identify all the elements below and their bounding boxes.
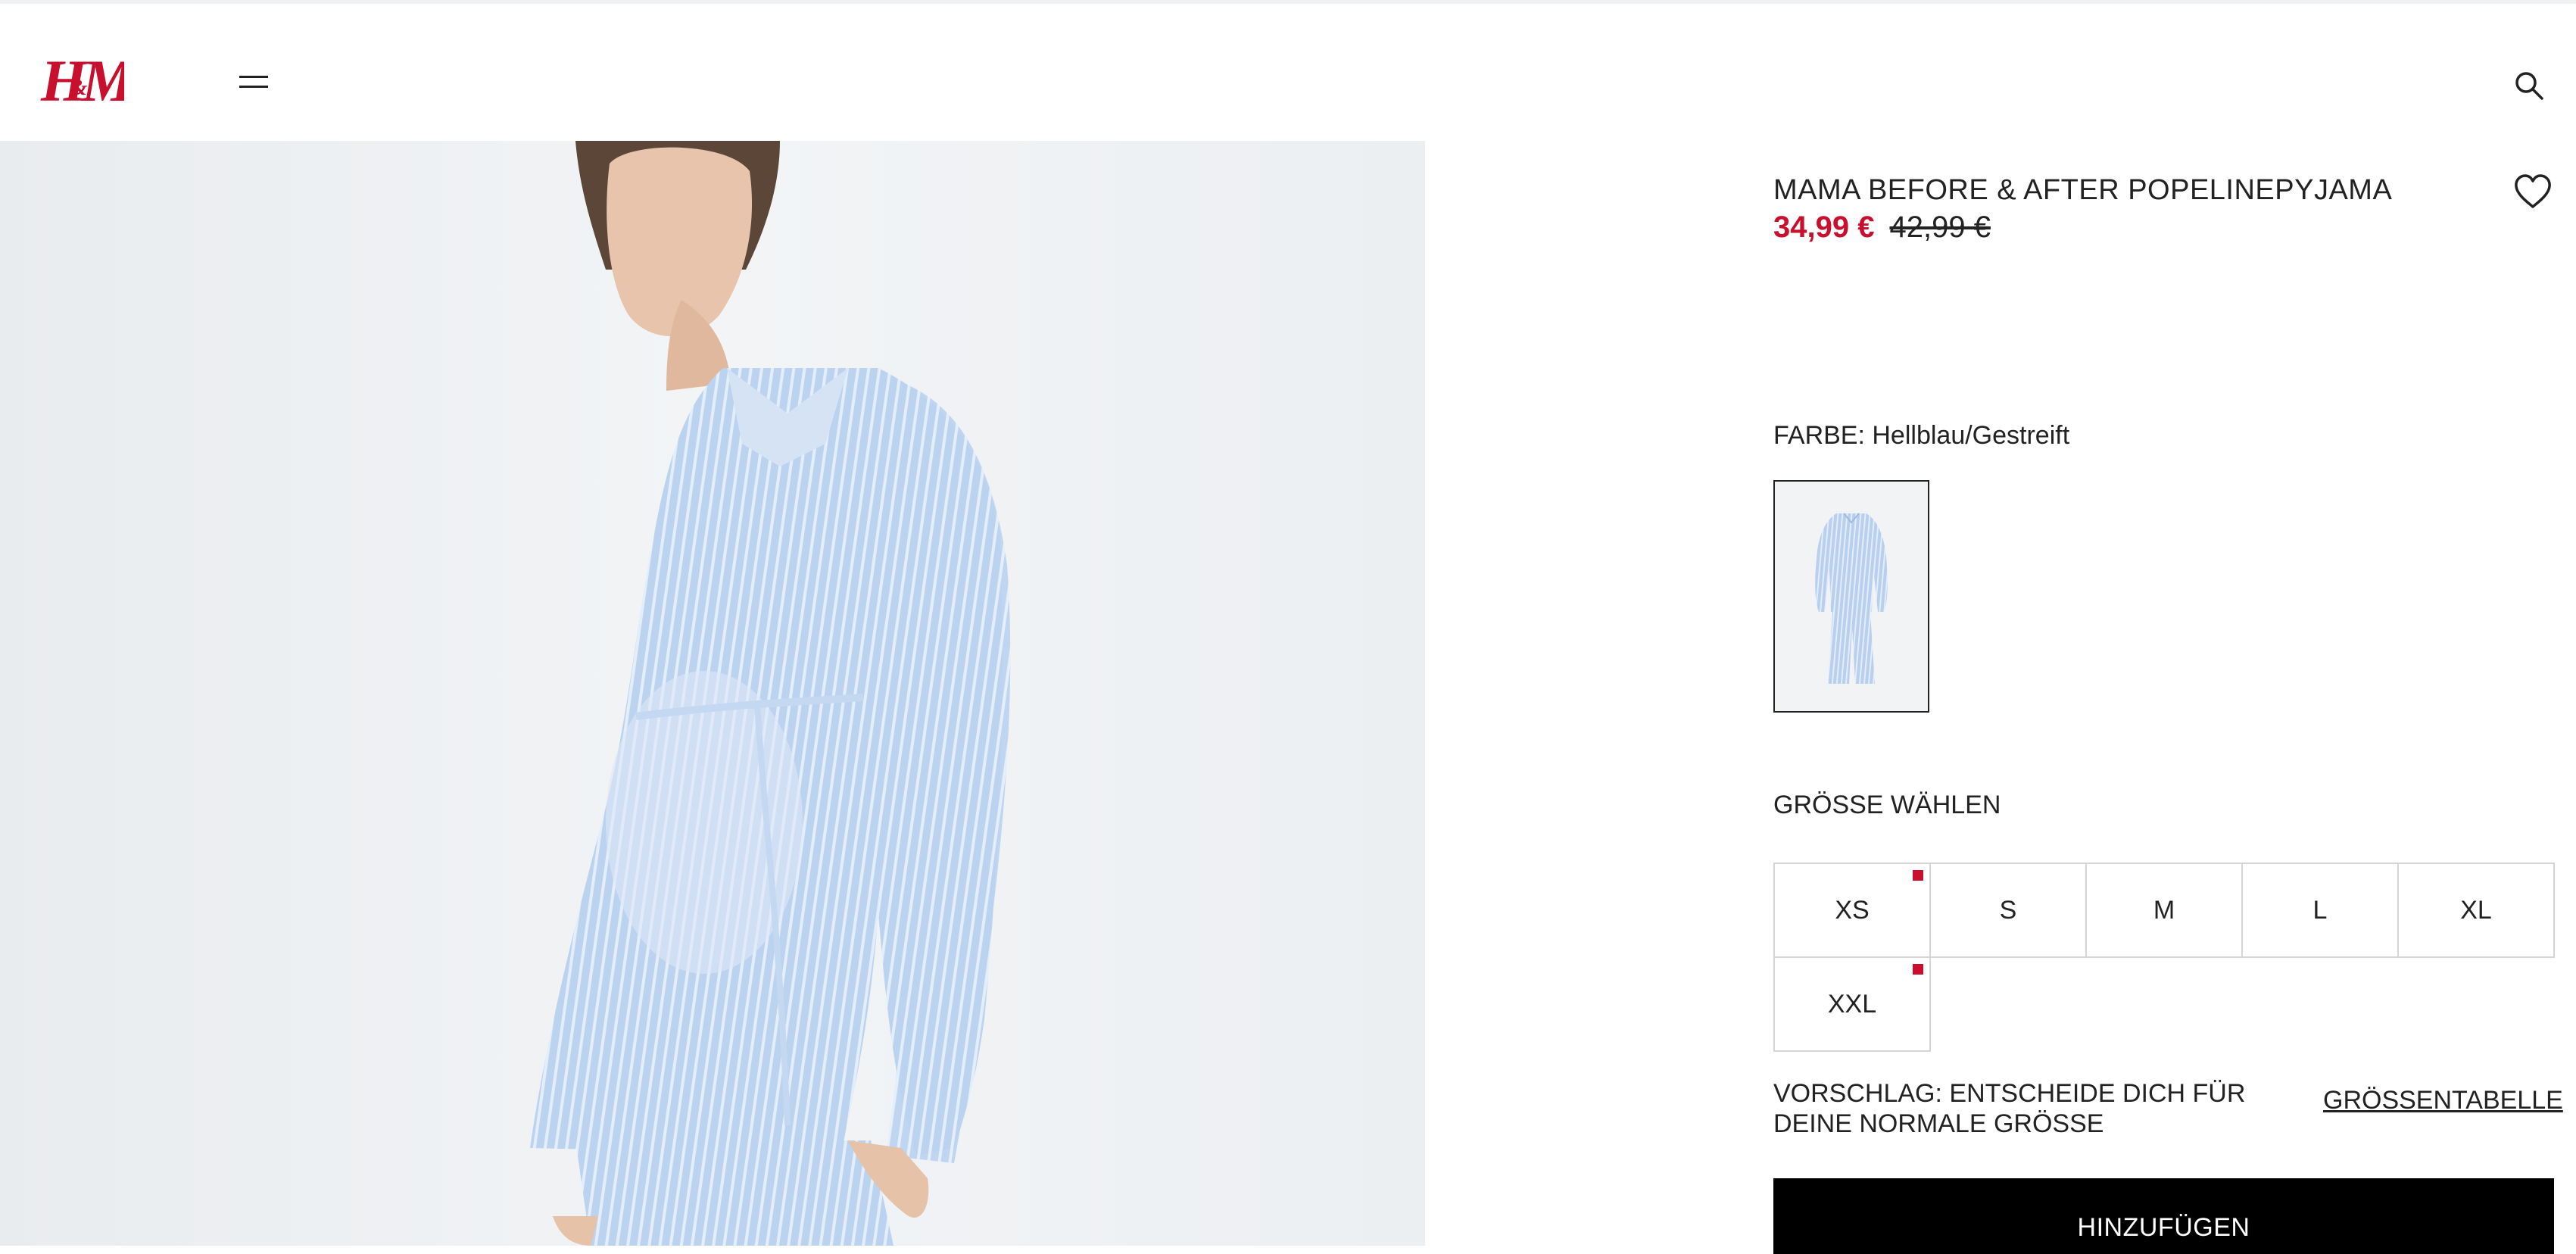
site-header: H & M	[0, 4, 2576, 141]
size-option-label: S	[1999, 895, 2017, 925]
color-swatch[interactable]	[1773, 480, 1929, 713]
low-stock-indicator	[1913, 964, 1923, 975]
color-label: FARBE: Hellblau/Gestreift	[1773, 421, 2070, 450]
product-title: MAMA BEFORE & AFTER POPELINEPYJAMA	[1773, 174, 2393, 206]
svg-text:M: M	[80, 48, 124, 114]
search-icon[interactable]	[2512, 69, 2546, 102]
add-to-cart-button[interactable]: HINZUFÜGEN	[1773, 1178, 2554, 1254]
size-option-label: XL	[2460, 895, 2492, 925]
hm-logo[interactable]: H & M	[39, 48, 124, 116]
product-image[interactable]	[0, 141, 1425, 1246]
size-option-label: M	[2153, 895, 2175, 925]
size-option-xl[interactable]: XL	[2397, 863, 2555, 958]
size-option-xxl[interactable]: XXL	[1773, 956, 1931, 1052]
size-suggestion: VORSCHLAG: ENTSCHEIDE DICH FÜR DEINE NOR…	[1773, 1079, 2246, 1138]
size-chart-link[interactable]: GRÖSSENTABELLE	[2323, 1086, 2563, 1115]
size-option-l[interactable]: L	[2241, 863, 2399, 958]
menu-icon[interactable]	[236, 70, 271, 93]
original-price: 42,99 €	[1889, 211, 1991, 244]
size-label: GRÖSSE WÄHLEN	[1773, 791, 2001, 819]
sale-price: 34,99 €	[1773, 211, 1875, 244]
price-row: 34,99 € 42,99 €	[1773, 211, 1991, 248]
size-option-xs[interactable]: XS	[1773, 863, 1931, 958]
size-option-label: XS	[1835, 895, 1870, 925]
size-option-m[interactable]: M	[2085, 863, 2243, 958]
size-grid: XS S M L XL XXL	[1773, 863, 2555, 1053]
heart-icon[interactable]	[2512, 173, 2553, 211]
size-option-label: L	[2312, 895, 2328, 925]
low-stock-indicator	[1913, 870, 1923, 881]
size-option-label: XXL	[1827, 989, 1877, 1018]
size-option-s[interactable]: S	[1929, 863, 2087, 958]
